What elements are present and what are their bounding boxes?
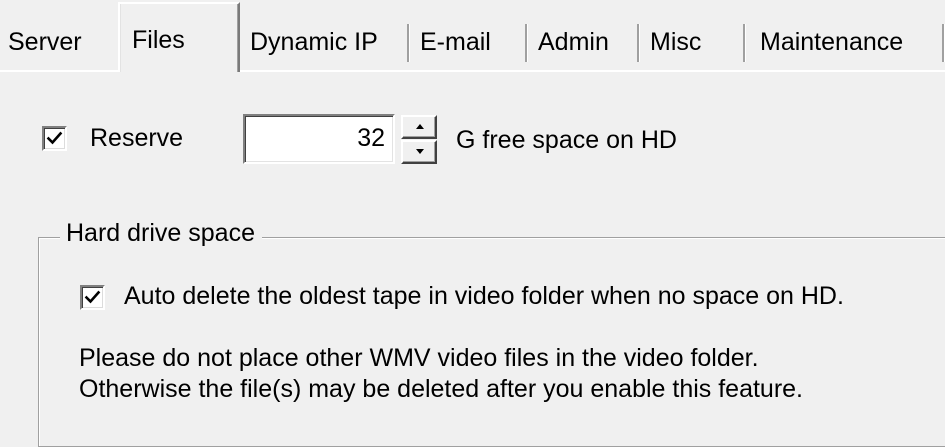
tab-separator bbox=[525, 24, 528, 62]
tab-admin[interactable]: Admin bbox=[530, 14, 640, 70]
tab-misc-label: Misc bbox=[650, 28, 702, 56]
auto-delete-checkbox[interactable] bbox=[80, 285, 105, 310]
tab-strip: Server Files Dynamic IP E-mail Admin Mis… bbox=[0, 0, 945, 72]
checkmark-icon bbox=[84, 290, 101, 304]
free-space-suffix: G free space on HD bbox=[456, 126, 677, 154]
tab-email[interactable]: E-mail bbox=[412, 14, 528, 70]
tab-server-label: Server bbox=[8, 28, 82, 56]
tab-separator bbox=[407, 24, 410, 62]
tab-server[interactable]: Server bbox=[0, 14, 120, 70]
spin-down-button[interactable] bbox=[401, 140, 437, 164]
tab-separator bbox=[743, 24, 746, 62]
warning-note-line-2: Otherwise the file(s) may be deleted aft… bbox=[79, 375, 803, 403]
reserve-label: Reserve bbox=[90, 124, 184, 152]
tab-files[interactable]: Files bbox=[118, 2, 240, 72]
hard-drive-space-group bbox=[38, 237, 945, 447]
reserve-space-input[interactable]: 32 bbox=[243, 114, 395, 164]
tab-misc[interactable]: Misc bbox=[642, 14, 746, 70]
tab-maintenance[interactable]: Maintenance bbox=[752, 14, 945, 70]
checkmark-icon bbox=[46, 131, 63, 145]
tab-maintenance-label: Maintenance bbox=[760, 28, 904, 56]
arrow-up-icon bbox=[416, 124, 424, 129]
arrow-down-icon bbox=[416, 149, 424, 154]
reserve-checkbox[interactable] bbox=[42, 126, 67, 151]
spin-up-button[interactable] bbox=[401, 115, 437, 139]
tab-dynamic-ip-label: Dynamic IP bbox=[250, 28, 378, 56]
tab-admin-label: Admin bbox=[538, 28, 609, 56]
group-title: Hard drive space bbox=[60, 219, 262, 248]
auto-delete-label: Auto delete the oldest tape in video fol… bbox=[124, 282, 844, 310]
tab-files-label: Files bbox=[132, 26, 185, 54]
tab-email-label: E-mail bbox=[420, 28, 491, 56]
warning-note-line-1: Please do not place other WMV video file… bbox=[79, 344, 759, 372]
tab-dynamic-ip[interactable]: Dynamic IP bbox=[242, 14, 410, 70]
tab-separator bbox=[637, 24, 640, 62]
